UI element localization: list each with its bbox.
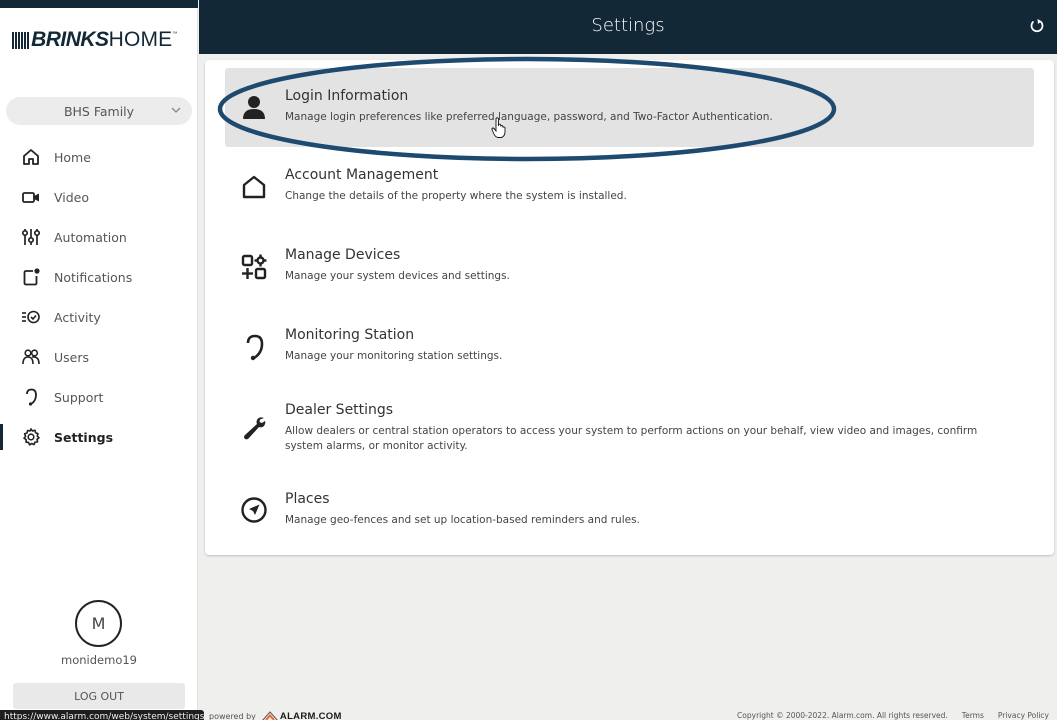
wrench-icon — [239, 413, 269, 443]
username: monidemo19 — [61, 653, 137, 667]
sidebar-item-label: Video — [54, 189, 90, 205]
home-icon — [21, 147, 41, 167]
settings-item-title: Dealer Settings — [285, 402, 394, 418]
chevron-down-icon — [171, 107, 181, 113]
privacy-policy-link[interactable]: Privacy Policy — [998, 711, 1049, 720]
sidebar-item-label: Users — [54, 349, 90, 365]
powered-by: powered by ALARM.COM — [209, 710, 342, 720]
logo-text-light: HOME — [108, 28, 173, 51]
notification-icon — [21, 267, 41, 287]
logo-text-bold: BRINKS — [31, 28, 109, 51]
settings-item-description: Manage login preferences like preferred … — [285, 111, 773, 123]
settings-item-title: Manage Devices — [285, 247, 401, 263]
settings-item-account-management[interactable]: Account Management Change the details of… — [225, 155, 1034, 225]
terms-link[interactable]: Terms — [962, 711, 984, 720]
avatar[interactable]: M — [75, 600, 122, 647]
sidebar-item-notifications[interactable]: Notifications — [0, 257, 198, 297]
sidebar-item-label: Notifications — [54, 269, 133, 285]
sidebar-item-support[interactable]: Support — [0, 377, 198, 417]
copyright-text: Copyright © 2000-2022. Alarm.com. All ri… — [737, 711, 948, 720]
video-camera-icon — [21, 187, 41, 207]
sidebar-item-label: Home — [54, 149, 91, 165]
settings-item-description: Change the details of the property where… — [285, 190, 627, 202]
user-icon — [239, 92, 269, 122]
footer-links: Copyright © 2000-2022. Alarm.com. All ri… — [737, 711, 1049, 720]
settings-list: Login Information Manage login preferenc… — [205, 60, 1054, 555]
alarm-brand-text: ALARM.COM — [279, 710, 342, 720]
sidebar-item-settings[interactable]: Settings — [0, 417, 198, 457]
sidebar-item-automation[interactable]: Automation — [0, 217, 198, 257]
navigation-icon — [239, 495, 269, 525]
settings-item-description: Manage geo-fences and set up location-ba… — [285, 514, 640, 526]
settings-item-description: Manage your system devices and settings. — [285, 270, 510, 282]
devices-icon — [239, 252, 269, 282]
page-title: Settings — [591, 15, 665, 36]
gear-icon — [21, 427, 41, 447]
refresh-icon[interactable] — [1029, 18, 1045, 34]
logo-trademark: ™ — [172, 31, 178, 37]
sidebar-nav: Home Video Automation Notifications Acti… — [0, 137, 198, 457]
logo-bars-icon — [12, 31, 30, 49]
headset-icon — [239, 332, 269, 362]
settings-item-description: Allow dealers or central station operato… — [285, 425, 978, 452]
status-bar-url: https://www.alarm.com/web/system/setting… — [0, 710, 204, 720]
sidebar-item-label: Activity — [54, 309, 101, 325]
settings-item-title: Account Management — [285, 167, 439, 183]
activity-icon — [21, 307, 41, 327]
alarm-house-icon — [262, 711, 278, 720]
headset-icon — [21, 387, 41, 407]
settings-item-login-information[interactable]: Login Information Manage login preferenc… — [225, 68, 1034, 147]
sidebar-item-home[interactable]: Home — [0, 137, 198, 177]
settings-item-places[interactable]: Places Manage geo-fences and set up loca… — [225, 485, 1034, 545]
sidebar-item-label: Support — [54, 389, 104, 405]
sidebar-item-activity[interactable]: Activity — [0, 297, 198, 337]
avatar-initial: M — [91, 614, 106, 633]
sidebar-item-video[interactable]: Video — [0, 177, 198, 217]
settings-item-title: Monitoring Station — [285, 327, 415, 343]
powered-by-label: powered by — [209, 711, 256, 720]
sidebar: BRINKS HOME ™ BHS Family Home Video Auto… — [0, 0, 198, 720]
settings-item-description: Manage your monitoring station settings. — [285, 350, 503, 362]
brinks-home-logo[interactable]: BRINKS HOME ™ — [12, 28, 177, 52]
settings-item-dealer-settings[interactable]: Dealer Settings Allow dealers or central… — [225, 395, 1034, 465]
top-header: Settings — [199, 0, 1057, 54]
users-icon — [21, 347, 41, 367]
sidebar-item-label: Settings — [54, 429, 114, 445]
settings-item-manage-devices[interactable]: Manage Devices Manage your system device… — [225, 235, 1034, 305]
settings-item-monitoring-station[interactable]: Monitoring Station Manage your monitorin… — [225, 315, 1034, 385]
settings-item-title: Places — [285, 491, 330, 507]
logout-button[interactable]: LOG OUT — [13, 683, 185, 709]
system-selector-value: BHS Family — [63, 103, 135, 119]
sidebar-item-label: Automation — [54, 229, 127, 245]
settings-item-title: Login Information — [285, 88, 409, 104]
logout-label: LOG OUT — [74, 689, 124, 703]
house-outline-icon — [239, 172, 269, 202]
sliders-icon — [21, 227, 41, 247]
sidebar-item-users[interactable]: Users — [0, 337, 198, 377]
system-selector[interactable]: BHS Family — [6, 97, 192, 125]
alarm-com-logo[interactable]: ALARM.COM — [260, 710, 342, 720]
sidebar-top-strip — [0, 0, 198, 8]
